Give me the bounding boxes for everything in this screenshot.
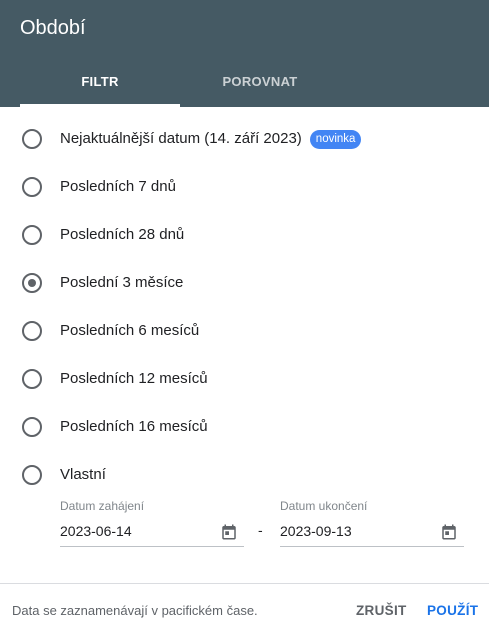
calendar-icon[interactable] xyxy=(440,523,458,541)
tab-filter[interactable]: FILTR xyxy=(20,62,180,107)
option-last-12-months[interactable]: Posledních 12 mesíců xyxy=(12,359,472,399)
radio-button[interactable] xyxy=(22,129,42,149)
footer-divider xyxy=(0,583,489,584)
end-date-label: Datum ukončení xyxy=(280,499,368,513)
start-date-input[interactable] xyxy=(60,518,220,544)
radio-button[interactable] xyxy=(22,177,42,197)
option-label: Posledních 16 mesíců xyxy=(60,418,208,435)
apply-button[interactable]: POUŽÍT xyxy=(419,596,486,626)
start-date-label: Datum zahájení xyxy=(60,499,145,513)
start-date-underline xyxy=(60,546,244,547)
radio-button-selected[interactable] xyxy=(22,273,42,293)
dialog-title: Období xyxy=(20,17,86,39)
cancel-button[interactable]: ZRUŠIT xyxy=(348,596,415,626)
option-label-text: Nejaktuálnější datum (14. září 2023) xyxy=(60,130,302,147)
timezone-note: Data se zaznamenávají v pacifickém čase. xyxy=(12,603,258,618)
end-date-input[interactable] xyxy=(280,518,440,544)
radio-button[interactable] xyxy=(22,417,42,437)
radio-button[interactable] xyxy=(22,465,42,485)
option-last-3-months[interactable]: Poslední 3 měsíce xyxy=(12,263,472,303)
option-label: Posledních 28 dnů xyxy=(60,226,185,243)
end-date-field: Datum ukončení xyxy=(280,496,464,548)
option-label: Poslední 3 měsíce xyxy=(60,274,184,291)
option-label: Posledních 12 mesíců xyxy=(60,370,208,387)
active-tab-indicator xyxy=(20,104,180,107)
start-date-field: Datum zahájení xyxy=(60,496,244,548)
calendar-icon[interactable] xyxy=(220,523,238,541)
option-label: Vlastní xyxy=(60,466,106,483)
radio-button[interactable] xyxy=(22,225,42,245)
option-last-7-days[interactable]: Posledních 7 dnů xyxy=(12,167,472,207)
option-last-6-months[interactable]: Posledních 6 mesíců xyxy=(12,311,472,351)
end-date-underline xyxy=(280,546,464,547)
radio-button[interactable] xyxy=(22,369,42,389)
option-label: Nejaktuálnější datum (14. září 2023) novi… xyxy=(60,129,362,149)
date-range-separator: - xyxy=(258,522,263,538)
option-last-28-days[interactable]: Posledních 28 dnů xyxy=(12,215,472,255)
tab-compare[interactable]: POROVNAT xyxy=(180,62,340,107)
option-latest-date[interactable]: Nejaktuálnější datum (14. září 2023) novi… xyxy=(12,119,472,159)
new-badge: novinka xyxy=(309,130,362,149)
option-custom[interactable]: Vlastní xyxy=(12,455,472,495)
option-label: Posledních 6 mesíců xyxy=(60,322,200,339)
radio-button[interactable] xyxy=(22,321,42,341)
option-label: Posledních 7 dnů xyxy=(60,178,176,195)
date-range-dialog: Období FILTR POROVNAT Nejaktuálnější dat… xyxy=(0,0,489,636)
option-last-16-months[interactable]: Posledních 16 mesíců xyxy=(12,407,472,447)
dialog-header: Období FILTR POROVNAT xyxy=(0,0,489,107)
